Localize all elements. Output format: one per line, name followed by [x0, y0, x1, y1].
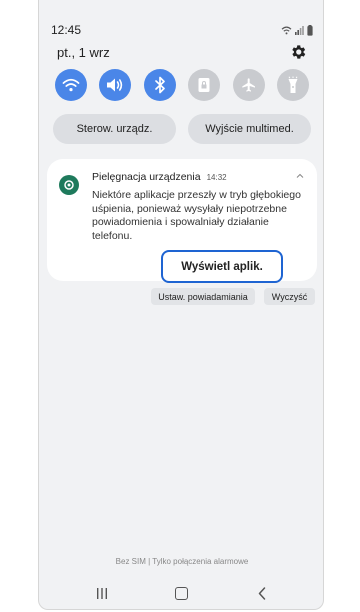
sound-toggle[interactable]: [99, 69, 132, 101]
wifi-icon: [62, 78, 80, 92]
flashlight-toggle[interactable]: [276, 69, 309, 101]
signal-icon: [295, 25, 304, 35]
status-bar: 12:45: [51, 22, 313, 38]
lock-rotation-icon: [198, 78, 210, 92]
back-icon[interactable]: [257, 587, 267, 600]
notification-body: Niektóre aplikacje przeszły w tryb głębo…: [92, 189, 301, 242]
flashlight-icon: [288, 76, 298, 93]
airplane-toggle[interactable]: [232, 69, 265, 101]
airplane-icon: [241, 78, 255, 92]
view-apps-button[interactable]: Wyświetl aplik.: [161, 250, 283, 283]
notification-header: Pielęgnacja urządzenia 14:32: [92, 171, 227, 183]
battery-icon: [307, 24, 313, 36]
date-text: pt., 1 wrz: [57, 44, 110, 60]
sim-status: Bez SIM | Tylko połączenia alarmowe: [115, 557, 249, 566]
device-care-icon: [59, 175, 79, 195]
bluetooth-toggle[interactable]: [143, 69, 176, 101]
notification-time: 14:32: [206, 173, 227, 182]
status-time: 12:45: [51, 23, 82, 37]
status-icons: [281, 24, 313, 36]
recents-icon[interactable]: [96, 588, 108, 599]
home-icon[interactable]: [175, 587, 188, 600]
notification-app-name: Pielęgnacja urządzenia: [92, 171, 201, 183]
clear-button[interactable]: Wyczyść: [264, 288, 315, 305]
rotation-lock-toggle[interactable]: [188, 69, 221, 101]
wifi-status-icon: [281, 26, 292, 34]
navigation-bar: [39, 585, 323, 603]
device-control-button[interactable]: Sterow. urządz.: [53, 114, 176, 144]
phone-screen: 12:45 pt., 1 wrz Sterow. urządz. Wyjście…: [38, 0, 324, 610]
gear-icon[interactable]: [289, 43, 307, 61]
bluetooth-icon: [154, 76, 165, 94]
speaker-icon: [107, 78, 123, 92]
quick-panel-buttons: Sterow. urządz. Wyjście multimed.: [53, 114, 311, 144]
wifi-toggle[interactable]: [55, 69, 87, 101]
chevron-up-icon[interactable]: [295, 171, 305, 181]
quick-settings-row: [55, 69, 309, 101]
media-output-button[interactable]: Wyjście multimed.: [188, 114, 311, 144]
notification-settings-button[interactable]: Ustaw. powiadamiania: [151, 288, 255, 305]
date-row: pt., 1 wrz: [57, 42, 307, 62]
